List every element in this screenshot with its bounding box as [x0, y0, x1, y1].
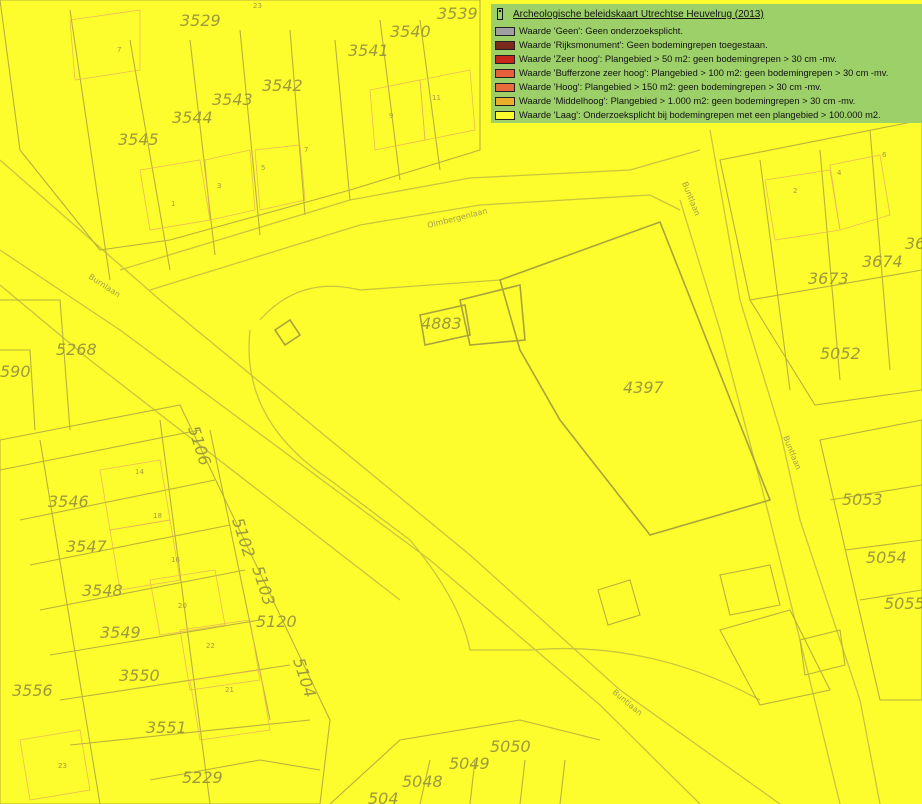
legend-item: Waarde 'Rijksmonument': Geen bodemingrep…	[491, 38, 922, 52]
parcel-label: 3547	[66, 537, 108, 556]
parcel-label: 3551	[146, 718, 187, 737]
legend-label: Waarde 'Geen': Geen onderzoeksplicht.	[519, 26, 683, 36]
parcel-label: 3673	[808, 269, 849, 288]
legend-swatch	[495, 110, 515, 120]
house-number: 2	[793, 187, 797, 195]
legend-header: Archeologische beleidskaart Utrechtse He…	[491, 4, 922, 24]
house-number: 4	[837, 169, 842, 177]
house-number: 3	[217, 182, 221, 190]
house-number: 20	[178, 602, 187, 610]
house-number: 1	[171, 200, 175, 208]
house-number: 5	[261, 164, 265, 172]
legend-swatch	[495, 40, 515, 50]
parcel-label: 5120	[256, 612, 297, 631]
legend-title-link[interactable]: Archeologische beleidskaart Utrechtse He…	[513, 9, 764, 20]
legend-panel: Archeologische beleidskaart Utrechtse He…	[491, 4, 922, 123]
house-number: 9	[389, 112, 393, 120]
house-number: 16	[171, 556, 180, 564]
parcel-label: 3529	[180, 11, 221, 30]
parcel-label: 3540	[390, 22, 431, 41]
legend-label: Waarde 'Rijksmonument': Geen bodemingrep…	[519, 40, 768, 50]
parcel-label: 3545	[118, 130, 159, 149]
parcel-label: 3544	[172, 108, 213, 127]
legend-label: Waarde 'Middelhoog': Plangebied > 1.000 …	[519, 96, 856, 106]
house-number: 18	[153, 512, 162, 520]
parcel-label: 3541	[348, 41, 389, 60]
legend-item: Waarde 'Laag': Onderzoeksplicht bij bode…	[491, 108, 922, 122]
house-number: 7	[117, 46, 121, 54]
parcel-label: 5049	[449, 754, 490, 773]
parcel-label: 4883	[421, 314, 462, 333]
parcel-label: 3548	[82, 581, 123, 600]
legend-item: Waarde 'Bufferzone zeer hoog': Plangebie…	[491, 66, 922, 80]
parcel-label: 3556	[12, 681, 53, 700]
house-number: 23	[58, 762, 67, 770]
legend-item: Waarde 'Geen': Geen onderzoeksplicht.	[491, 24, 922, 38]
parcel-label: 5268	[56, 340, 97, 359]
legend-item: Waarde 'Zeer hoog': Plangebied > 50 m2: …	[491, 52, 922, 66]
parcel-label: 3542	[262, 76, 303, 95]
legend-swatch	[495, 96, 515, 106]
parcel-label: 36	[905, 234, 922, 253]
parcel-label: 3674	[862, 252, 903, 271]
parcel-label: 3549	[100, 623, 141, 642]
house-number: 6	[882, 151, 887, 159]
parcel-label: 590	[0, 362, 31, 381]
parcel-label: 5048	[402, 772, 443, 791]
parcel-label: 3550	[119, 666, 160, 685]
parcel-label: 4397	[623, 378, 665, 397]
house-number: 22	[206, 642, 215, 650]
legend-swatch	[495, 68, 515, 78]
legend-swatch	[495, 82, 515, 92]
legend-swatch	[495, 54, 515, 64]
legend-item: Waarde 'Hoog': Plangebied > 150 m2: geen…	[491, 80, 922, 94]
parcel-label: 3539	[437, 4, 478, 23]
legend-label: Waarde 'Bufferzone zeer hoog': Plangebie…	[519, 68, 889, 78]
parcel-label: 5055	[884, 594, 922, 613]
house-number: 23	[253, 2, 262, 10]
info-icon[interactable]	[497, 8, 503, 20]
parcel-label: 5053	[842, 490, 883, 509]
legend-label: Waarde 'Hoog': Plangebied > 150 m2: geen…	[519, 82, 822, 92]
legend-label: Waarde 'Laag': Onderzoeksplicht bij bode…	[519, 110, 881, 120]
house-number: 21	[225, 686, 234, 694]
parcel-label: 504	[368, 789, 399, 804]
house-number: 14	[135, 468, 144, 476]
house-number: 11	[432, 94, 441, 102]
parcel-label: 5229	[182, 768, 223, 787]
legend-label: Waarde 'Zeer hoog': Plangebied > 50 m2: …	[519, 54, 837, 64]
legend-item: Waarde 'Middelhoog': Plangebied > 1.000 …	[491, 94, 922, 108]
parcel-label: 3543	[212, 90, 253, 109]
legend-swatch	[495, 26, 515, 36]
legend-items: Waarde 'Geen': Geen onderzoeksplicht. Waa…	[491, 24, 922, 122]
parcel-label: 5050	[490, 737, 531, 756]
house-number: 7	[304, 146, 308, 154]
parcel-label: 5054	[866, 548, 907, 567]
parcel-label: 3546	[48, 492, 89, 511]
parcel-label: 5052	[820, 344, 861, 363]
